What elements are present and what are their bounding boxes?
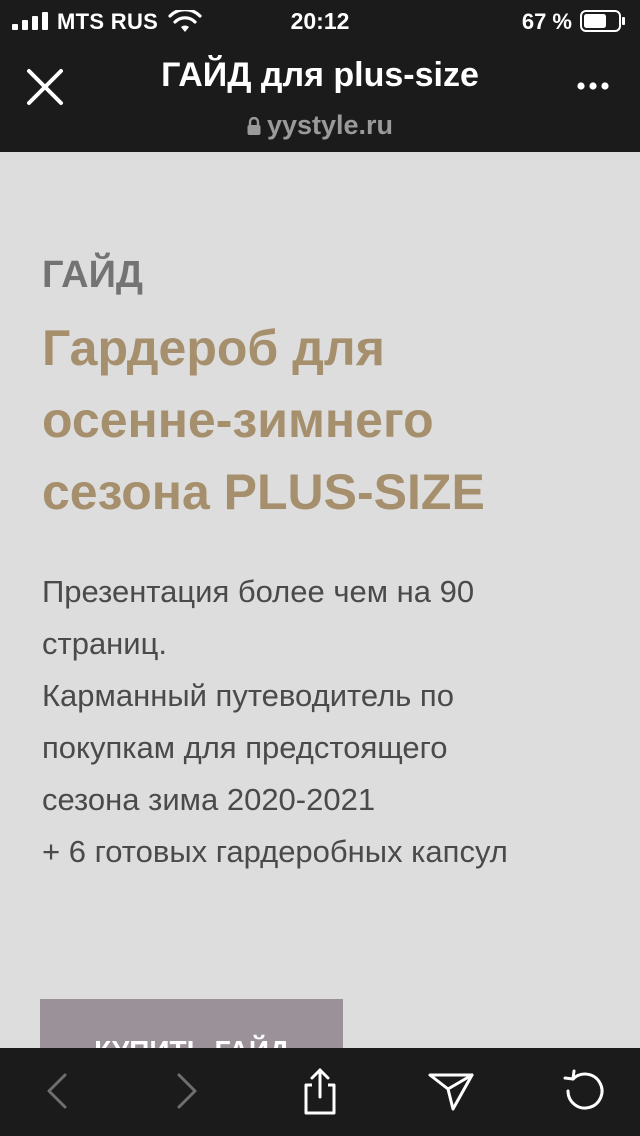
- description-line: Карманный путеводитель по: [42, 678, 454, 713]
- page-content: ГАЙД Гардероб для осенне-зимнего сезона …: [0, 152, 640, 1079]
- more-icon: [577, 82, 609, 90]
- back-icon: [47, 1073, 67, 1109]
- description-line: + 6 готовых гардеробных капсул: [42, 834, 508, 869]
- share-button[interactable]: [295, 1066, 345, 1116]
- url-display: yystyle.ru: [0, 110, 640, 141]
- lock-icon: [247, 116, 261, 135]
- close-button[interactable]: [18, 60, 72, 114]
- forward-icon: [177, 1073, 197, 1109]
- page-title: ГАЙД для plus-size: [161, 56, 479, 94]
- battery-percent: 67 %: [521, 9, 572, 34]
- description-line: сезона зима 2020-2021: [42, 782, 376, 817]
- description: Презентация более чем на 90 страниц. Кар…: [42, 566, 612, 878]
- section-eyebrow: ГАЙД: [42, 254, 143, 296]
- send-icon: [428, 1073, 474, 1111]
- description-line: страниц.: [42, 626, 167, 661]
- battery-icon: [580, 10, 625, 32]
- headline-line: Гардероб для: [42, 320, 385, 376]
- share-icon: [304, 1068, 336, 1115]
- headline: Гардероб для осенне-зимнего сезона PLUS-…: [42, 312, 602, 528]
- description-line: Презентация более чем на 90: [42, 574, 475, 609]
- more-options-button[interactable]: [568, 66, 618, 106]
- forward-button[interactable]: [162, 1066, 212, 1116]
- url-text: yystyle.ru: [266, 110, 394, 140]
- back-button[interactable]: [32, 1066, 82, 1116]
- headline-line: осенне-зимнего: [42, 392, 434, 448]
- close-icon: [27, 69, 63, 105]
- headline-line: сезона PLUS-SIZE: [42, 464, 485, 520]
- reload-icon: [563, 1069, 604, 1110]
- description-line: покупкам для предстоящего: [42, 730, 448, 765]
- send-button[interactable]: [426, 1066, 476, 1116]
- browser-toolbar: [0, 1048, 640, 1136]
- status-bar: MTS RUS 20:12 67 %: [0, 0, 640, 42]
- reload-button[interactable]: [560, 1066, 610, 1116]
- browser-title-bar: ГАЙД для plus-size yystyle.ru: [0, 42, 640, 152]
